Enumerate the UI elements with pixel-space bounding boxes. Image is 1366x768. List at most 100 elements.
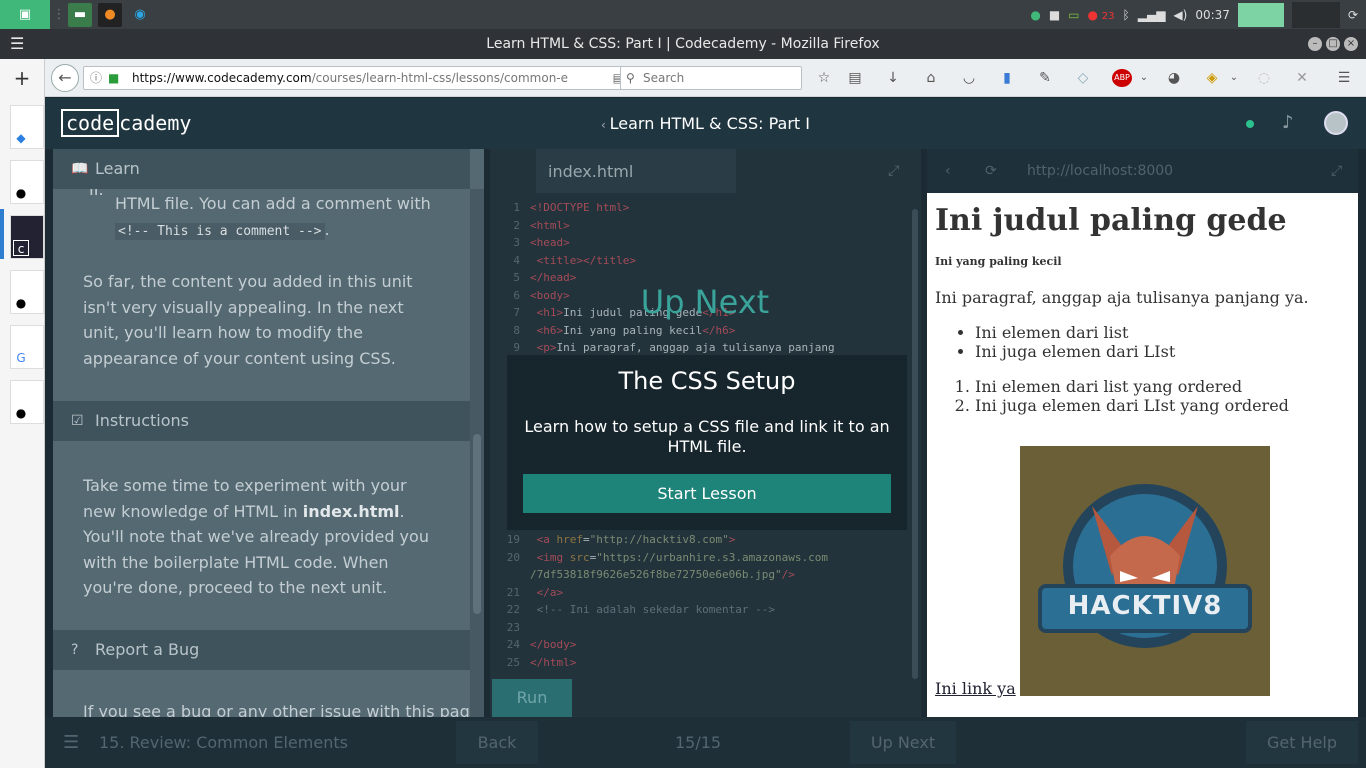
menu-icon[interactable]: ☰ bbox=[1335, 69, 1353, 87]
report-bug-section-header[interactable]: ? Report a Bug bbox=[53, 630, 470, 670]
avatar[interactable] bbox=[1324, 111, 1348, 135]
tab-dropbox[interactable]: ◆ bbox=[10, 105, 44, 149]
preview-ordered-list: Ini elemen dari list yang ordered Ini ju… bbox=[935, 377, 1355, 415]
instructions-section-header[interactable]: ☑ Instructions bbox=[53, 401, 470, 441]
course-title[interactable]: ‹ Learn HTML & CSS: Part I bbox=[45, 98, 1366, 151]
lesson-menu-icon[interactable]: ☰ bbox=[63, 717, 79, 768]
extension-5-icon[interactable]: ◈ bbox=[1203, 69, 1221, 87]
vpn-icon[interactable]: ● bbox=[1030, 8, 1040, 22]
preview-expand-icon[interactable]: ⤢ bbox=[1331, 149, 1342, 193]
back-button[interactable]: ← bbox=[51, 64, 79, 92]
url-bar[interactable]: ⓘ ■ https://www.codecademy.com/courses/l… bbox=[83, 66, 655, 90]
code-line[interactable]: 1 <!DOCTYPE html> bbox=[490, 199, 921, 216]
expand-editor-icon[interactable]: ⤢ bbox=[888, 163, 899, 179]
extension-6-icon[interactable]: ◌ bbox=[1255, 69, 1273, 87]
maximize-icon[interactable]: □ bbox=[1326, 37, 1340, 51]
code-line[interactable]: 23 bbox=[490, 619, 921, 636]
get-help-button[interactable]: Get Help bbox=[1246, 721, 1358, 764]
code-line[interactable]: 21 </a> bbox=[490, 584, 921, 601]
preview-refresh-icon[interactable]: ⟳ bbox=[985, 149, 997, 193]
code-token: <p> bbox=[530, 341, 557, 354]
line-number: 8 bbox=[513, 323, 520, 337]
code-line[interactable]: 3 <head> bbox=[490, 234, 921, 251]
dropbox-icon: ◆ bbox=[16, 131, 26, 145]
extension-4-icon[interactable]: ◕ bbox=[1165, 69, 1183, 87]
active-window-thumb[interactable] bbox=[1237, 2, 1284, 27]
start-lesson-button[interactable]: Start Lesson bbox=[523, 474, 891, 513]
download-icon[interactable]: ↓ bbox=[884, 69, 902, 87]
editor-tab-index-html[interactable]: index.html bbox=[536, 149, 736, 193]
code-token: </h6> bbox=[702, 323, 736, 337]
code-token: </a> bbox=[530, 585, 564, 599]
empty-workspace[interactable] bbox=[1291, 1, 1340, 28]
firefox-icon[interactable]: ● bbox=[98, 2, 122, 27]
extension-5-menu-icon[interactable]: ⌄ bbox=[1225, 69, 1243, 87]
list-item: Ini juga elemen dari LIst yang ordered bbox=[975, 396, 1355, 415]
line-number: 3 bbox=[513, 236, 520, 249]
preview-back-icon[interactable]: ‹ bbox=[945, 149, 951, 193]
bookmark-star-icon[interactable]: ☆ bbox=[815, 69, 833, 87]
library-icon[interactable]: ▤ bbox=[846, 69, 864, 87]
info-icon[interactable]: ⓘ bbox=[90, 67, 102, 89]
editor-scrollbar[interactable] bbox=[912, 209, 918, 679]
code-line[interactable]: 22 <!-- Ini adalah sekedar komentar --> bbox=[490, 601, 921, 618]
tab-github-3[interactable]: ● bbox=[10, 380, 44, 424]
code-line[interactable]: 8 <h6>Ini yang paling kecil</h6> bbox=[490, 322, 921, 339]
close-icon[interactable]: × bbox=[1344, 37, 1358, 51]
code-line[interactable]: 24 </body> bbox=[490, 636, 921, 653]
screen-icon[interactable]: ■ bbox=[1049, 8, 1060, 22]
code-line[interactable]: 25 </html> bbox=[490, 654, 921, 671]
back-lesson-button[interactable]: Back bbox=[456, 721, 538, 764]
tab-google[interactable]: G bbox=[10, 325, 44, 369]
file-manager-icon[interactable]: ▬ bbox=[68, 2, 92, 27]
preview-link[interactable]: Ini link ya bbox=[935, 679, 1016, 698]
battery-icon[interactable]: ▭ bbox=[1068, 8, 1079, 22]
tab-codecademy[interactable]: c bbox=[10, 215, 44, 259]
hamburger-menu-icon[interactable]: ☰ bbox=[10, 29, 24, 59]
learn-section-header[interactable]: 📖 Learn bbox=[53, 149, 470, 189]
lesson-progress: 15/15 bbox=[675, 733, 722, 752]
tab-github-1[interactable]: ● bbox=[10, 160, 44, 204]
volume-icon[interactable]: ◀) bbox=[1173, 8, 1187, 22]
notifications-icon[interactable]: ● 23 bbox=[1088, 8, 1115, 22]
code-lines-top[interactable]: 1 <!DOCTYPE html> 2 <html> 3 <head> 4 <title><… bbox=[490, 199, 921, 357]
checkbox-icon: ☑ bbox=[71, 413, 84, 429]
tab-github-2[interactable]: ● bbox=[10, 270, 44, 314]
home-icon[interactable]: ⌂ bbox=[922, 69, 940, 87]
lesson-scrollbar[interactable] bbox=[470, 189, 484, 717]
hacktiv8-logo-image[interactable]: HACKTIV8 bbox=[1020, 446, 1270, 696]
pocket-icon[interactable]: ◡ bbox=[960, 69, 978, 87]
adblock-icon[interactable]: ABP bbox=[1112, 69, 1132, 87]
line-number: 24 bbox=[506, 638, 520, 651]
telegram-icon[interactable]: ◉ bbox=[128, 3, 152, 27]
refresh-icon[interactable]: ⟳ bbox=[1348, 8, 1358, 22]
code-lines-bottom[interactable]: 19 <a href="http://hacktiv8.com"> 20 <img… bbox=[490, 531, 921, 691]
code-line[interactable]: 9 <p>Ini paragraf, anggap aja tulisanya … bbox=[490, 339, 921, 356]
extension-7-icon[interactable]: ✕ bbox=[1293, 69, 1311, 87]
code-line[interactable]: /7df53818f9626e526f8be72750e6e06b.jpg"/> bbox=[490, 566, 921, 583]
new-tab-button[interactable]: + bbox=[0, 59, 44, 99]
preview-url[interactable]: http://localhost:8000 bbox=[1027, 149, 1173, 193]
network-icon[interactable]: ▂▄▆ bbox=[1138, 8, 1166, 22]
codecademy-header: code cademy ‹ Learn HTML & CSS: Part I ♪ bbox=[45, 98, 1366, 149]
minimize-icon[interactable]: – bbox=[1308, 37, 1322, 51]
app-menu-icon[interactable]: ▣ bbox=[0, 0, 50, 29]
extension-3-icon[interactable]: ◇ bbox=[1074, 69, 1092, 87]
adblock-menu-icon[interactable]: ⌄ bbox=[1135, 69, 1153, 87]
search-bar[interactable]: ⚲ Search bbox=[620, 66, 802, 90]
lesson-scroll-thumb[interactable] bbox=[473, 434, 481, 614]
line-number: 9 bbox=[513, 341, 520, 354]
preview-unordered-list: Ini elemen dari list Ini juga elemen dar… bbox=[935, 323, 1355, 361]
code-line[interactable]: 19 <a href="http://hacktiv8.com"> bbox=[490, 531, 921, 548]
extension-2-icon[interactable]: ✎ bbox=[1036, 69, 1054, 87]
run-button[interactable]: Run bbox=[492, 679, 572, 717]
extension-1-icon[interactable]: ▮ bbox=[998, 69, 1016, 87]
bluetooth-icon[interactable]: ᛒ bbox=[1123, 8, 1130, 22]
code-line[interactable]: 4 <title></title> bbox=[490, 252, 921, 269]
code-token: </body> bbox=[530, 638, 577, 651]
learn-heading: Learn bbox=[95, 159, 140, 178]
bell-icon[interactable]: ♪ bbox=[1282, 112, 1294, 133]
code-line[interactable]: 2 <html> bbox=[490, 217, 921, 234]
code-line[interactable]: 20 <img src="https://urbanhire.s3.amazon… bbox=[490, 549, 921, 566]
up-next-button[interactable]: Up Next bbox=[850, 721, 956, 764]
